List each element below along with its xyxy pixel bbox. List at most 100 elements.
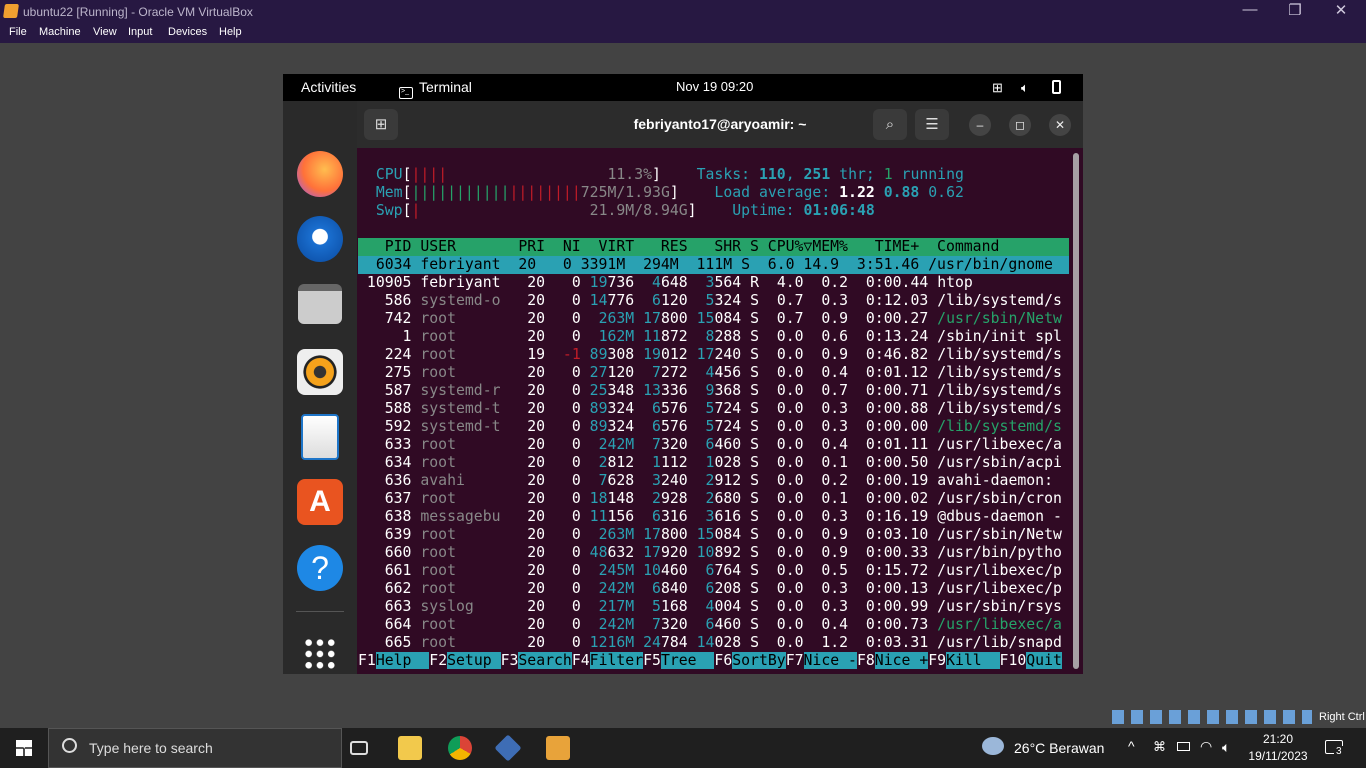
htop-process-row[interactable]: 742 root 20 0 263M 17800 15084 S 0.7 0.9… xyxy=(358,310,1062,328)
volume-icon[interactable]: 🔈︎ xyxy=(1021,80,1029,96)
vm-window-taskbar-icon[interactable] xyxy=(546,736,570,760)
battery-tray-icon[interactable] xyxy=(1177,742,1190,751)
app-menu-label: Terminal xyxy=(419,79,472,95)
terminal-headerbar: ⊞ febriyanto17@aryoamir: ~ ⌕ ☰ – ◻ ✕ xyxy=(357,101,1083,148)
htop-meter-line: Swp[| 21.9M/8.94G] Uptime: 01:06:48 xyxy=(375,202,875,219)
taskbar-search[interactable]: Type here to search xyxy=(48,728,342,768)
htop-process-row[interactable]: 662 root 20 0 242M 6840 6208 S 0.0 0.3 0… xyxy=(358,580,1062,598)
vbox-device-icons[interactable] xyxy=(1112,710,1312,724)
menu-machine[interactable]: Machine xyxy=(39,26,81,38)
dock: A ? xyxy=(283,101,357,674)
gnome-topbar: Activities >_ Terminal Nov 19 09:20 ⊞ 🔈︎ xyxy=(283,74,1083,101)
tray-device-icon[interactable]: ⌘ xyxy=(1153,739,1166,755)
htop-screen[interactable]: CPU[|||| 11.3%] Tasks: 110, 251 thr; 1 r… xyxy=(357,148,1073,674)
htop-process-row-selected[interactable]: 6034 febriyant 20 0 3391M 294M 111M S 6.… xyxy=(358,256,1069,274)
battery-icon[interactable] xyxy=(1052,80,1061,94)
menu-file[interactable]: File xyxy=(9,26,27,38)
close-button[interactable]: ✕ xyxy=(1331,1,1351,19)
host-key-label: Right Ctrl xyxy=(1319,711,1365,723)
tray-chevron-icon[interactable]: ^ xyxy=(1128,738,1135,754)
fkey-label[interactable]: Search xyxy=(518,652,572,669)
htop-process-row[interactable]: 586 systemd-o 20 0 14776 6120 5324 S 0.7… xyxy=(358,292,1062,310)
fkey-label[interactable]: SortBy xyxy=(732,652,786,669)
files-icon[interactable] xyxy=(298,284,342,324)
htop-process-row[interactable]: 636 avahi 20 0 7628 3240 2912 S 0.0 0.2 … xyxy=(358,472,1062,490)
virtualbox-icon xyxy=(3,4,19,18)
htop-process-row[interactable]: 224 root 19 -1 89308 19012 17240 S 0.0 0… xyxy=(358,346,1062,364)
chrome-icon[interactable] xyxy=(448,736,472,760)
terminal-window[interactable]: ⊞ febriyanto17@aryoamir: ~ ⌕ ☰ – ◻ ✕ CPU… xyxy=(357,101,1083,674)
menu-button[interactable]: ☰ xyxy=(915,109,949,140)
rhythmbox-icon[interactable] xyxy=(297,349,343,395)
taskbar-date[interactable]: 19/11/2023 xyxy=(1248,749,1308,763)
activities-button[interactable]: Activities xyxy=(301,79,356,95)
menu-view[interactable]: View xyxy=(93,26,117,38)
wifi-icon[interactable]: ◠ xyxy=(1200,738,1212,755)
terminal-icon: >_ xyxy=(399,87,413,99)
fkey-label[interactable]: Setup xyxy=(447,652,501,669)
writer-icon[interactable] xyxy=(301,414,339,460)
htop-process-row[interactable]: 587 systemd-r 20 0 25348 13336 9368 S 0.… xyxy=(358,382,1062,400)
fkey-label[interactable]: Filter xyxy=(589,652,644,669)
htop-process-row[interactable]: 633 root 20 0 242M 7320 6460 S 0.0 0.4 0… xyxy=(358,436,1062,454)
firefox-icon[interactable] xyxy=(297,151,343,197)
vm-screen[interactable]: Activities >_ Terminal Nov 19 09:20 ⊞ 🔈︎ … xyxy=(283,74,1083,674)
window-title: ubuntu22 [Running] - Oracle VM VirtualBo… xyxy=(23,5,253,19)
show-apps-icon[interactable] xyxy=(303,637,337,671)
htop-process-row[interactable]: 665 root 20 0 1216M 24784 14028 S 0.0 1.… xyxy=(358,634,1062,652)
fkey-f1: F1 xyxy=(358,652,376,669)
weather-text[interactable]: 26°C Berawan xyxy=(1014,740,1104,756)
task-view-icon[interactable] xyxy=(350,741,368,755)
clock[interactable]: Nov 19 09:20 xyxy=(676,79,753,94)
terminal-minimize-button[interactable]: – xyxy=(969,114,991,136)
windows-start-icon[interactable] xyxy=(16,740,32,756)
notification-count: 3 xyxy=(1334,746,1344,757)
help-icon[interactable]: ? xyxy=(297,545,343,591)
windows-taskbar: Type here to search 26°C Berawan ^ ⌘ ◠ 🔈… xyxy=(0,728,1366,768)
htop-process-row[interactable]: 275 root 20 0 27120 7272 4456 S 0.0 0.4 … xyxy=(358,364,1062,382)
htop-process-row[interactable]: 10905 febriyant 20 0 19736 4648 3564 R 4… xyxy=(358,274,973,292)
htop-process-row[interactable]: 639 root 20 0 263M 17800 15084 S 0.0 0.9… xyxy=(358,526,1062,544)
htop-process-row[interactable]: 588 systemd-t 20 0 89324 6576 5724 S 0.0… xyxy=(358,400,1062,418)
htop-process-row[interactable]: 661 root 20 0 245M 10460 6764 S 0.0 0.5 … xyxy=(358,562,1062,580)
restore-button[interactable]: ❐ xyxy=(1285,1,1305,19)
dock-separator xyxy=(296,611,344,612)
htop-meter-line: Mem[|||||||||||||||||||725M/1.93G] Load … xyxy=(375,184,964,201)
fkey-f9: F9 xyxy=(928,652,947,669)
htop-process-row[interactable]: 637 root 20 0 18148 2928 2680 S 0.0 0.1 … xyxy=(358,490,1062,508)
htop-process-row[interactable]: 660 root 20 0 48632 17920 10892 S 0.0 0.… xyxy=(358,544,1062,562)
htop-process-row[interactable]: 663 syslog 20 0 217M 5168 4004 S 0.0 0.3… xyxy=(358,598,1062,616)
fkey-label[interactable]: Tree xyxy=(660,652,715,669)
terminal-maximize-button[interactable]: ◻ xyxy=(1009,114,1031,136)
fkey-label[interactable]: Nice + xyxy=(874,652,929,669)
menu-help[interactable]: Help xyxy=(219,26,242,38)
fkey-label[interactable]: Quit xyxy=(1026,652,1062,669)
htop-meter-line: CPU[|||| 11.3%] Tasks: 110, 251 thr; 1 r… xyxy=(375,166,964,183)
fkey-label[interactable]: Kill xyxy=(946,652,1000,669)
thunderbird-icon[interactable] xyxy=(297,216,343,262)
htop-process-row[interactable]: 1 root 20 0 162M 11872 8288 S 0.0 0.6 0:… xyxy=(358,328,1062,346)
terminal-close-button[interactable]: ✕ xyxy=(1049,114,1071,136)
app-menu[interactable]: >_ Terminal xyxy=(399,79,472,99)
menu-input[interactable]: Input xyxy=(128,26,152,38)
htop-process-row[interactable]: 592 systemd-t 20 0 89324 6576 5724 S 0.0… xyxy=(358,418,1062,436)
taskbar-time[interactable]: 21:20 xyxy=(1248,732,1308,746)
menu-devices[interactable]: Devices xyxy=(168,26,207,38)
fkey-label[interactable]: Nice - xyxy=(803,652,857,669)
vbox-menubar: File Machine View Input Devices Help xyxy=(0,23,1366,43)
network-icon[interactable]: ⊞ xyxy=(992,80,1003,96)
fkey-f5: F5 xyxy=(643,652,661,669)
minimize-button[interactable]: — xyxy=(1240,1,1260,18)
htop-process-row[interactable]: 638 messagebu 20 0 11156 6316 3616 S 0.0… xyxy=(358,508,1062,526)
fkey-label[interactable]: Help xyxy=(375,652,430,669)
file-explorer-icon[interactable] xyxy=(398,736,422,760)
app-center-icon[interactable]: A xyxy=(297,479,343,525)
speaker-icon[interactable]: 🔈︎ xyxy=(1222,739,1230,756)
virtualbox-taskbar-icon[interactable] xyxy=(494,734,522,762)
terminal-scrollbar[interactable] xyxy=(1073,153,1079,669)
htop-process-row[interactable]: 664 root 20 0 242M 7320 6460 S 0.0 0.4 0… xyxy=(358,616,1062,634)
fkey-f3: F3 xyxy=(500,652,519,669)
htop-process-row[interactable]: 634 root 20 0 2812 1112 1028 S 0.0 0.1 0… xyxy=(358,454,1062,472)
search-button[interactable]: ⌕ xyxy=(873,109,907,140)
fkey-f10: F10 xyxy=(999,652,1027,669)
